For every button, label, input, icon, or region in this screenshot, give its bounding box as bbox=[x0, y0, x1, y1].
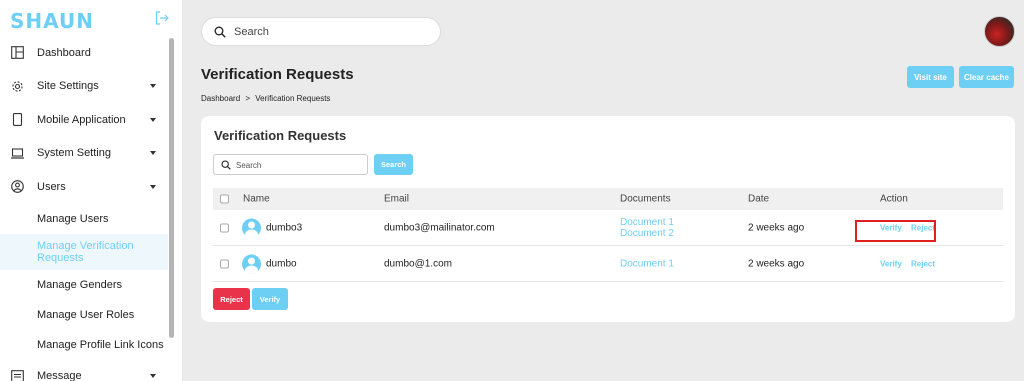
sidebar-scrollbar[interactable] bbox=[169, 38, 174, 338]
logout-icon[interactable] bbox=[155, 11, 169, 25]
sidebar-subitem-manage-users[interactable]: Manage Users bbox=[0, 204, 168, 234]
chevron-down-icon bbox=[150, 374, 156, 379]
global-search[interactable] bbox=[201, 17, 441, 46]
laptop-icon bbox=[11, 148, 24, 159]
sidebar-item-site-settings[interactable]: Site Settings bbox=[0, 70, 168, 104]
global-search-input[interactable] bbox=[234, 24, 424, 40]
message-icon bbox=[11, 369, 24, 381]
clear-cache-button[interactable]: Clear cache bbox=[959, 66, 1014, 88]
search-icon bbox=[214, 26, 226, 38]
sidebar-item-label: Message bbox=[37, 370, 82, 381]
sidebar-subitem-manage-user-roles[interactable]: Manage User Roles bbox=[0, 300, 168, 330]
visit-site-button[interactable]: Visit site bbox=[907, 66, 954, 88]
sidebar-item-label: Mobile Application bbox=[37, 113, 126, 126]
logo: SHAUN bbox=[10, 9, 94, 33]
row-email: dumbo3@mailinator.com bbox=[384, 222, 495, 233]
sidebar-item-dashboard[interactable]: Dashboard bbox=[0, 36, 168, 70]
sidebar-item-label: Dashboard bbox=[37, 46, 91, 59]
search-icon bbox=[221, 160, 231, 170]
breadcrumb: Dashboard > Verification Requests bbox=[201, 94, 330, 103]
row-name: dumbo3 bbox=[266, 222, 303, 233]
row-checkbox[interactable] bbox=[220, 259, 229, 268]
document-link[interactable]: Document 2 bbox=[620, 228, 674, 239]
bulk-reject-button[interactable]: Reject bbox=[213, 288, 250, 310]
sidebar-item-users[interactable]: Users bbox=[0, 170, 168, 204]
card-search-input[interactable] bbox=[236, 158, 361, 172]
column-header-name: Name bbox=[243, 193, 270, 205]
phone-icon bbox=[12, 113, 23, 127]
reject-link[interactable]: Reject bbox=[911, 259, 935, 268]
layout-icon bbox=[11, 46, 24, 60]
document-link[interactable]: Document 1 bbox=[620, 217, 674, 228]
search-button[interactable]: Search bbox=[374, 154, 413, 175]
select-all-checkbox[interactable] bbox=[220, 194, 229, 204]
row-checkbox[interactable] bbox=[220, 223, 229, 232]
sidebar-item-mobile-application[interactable]: Mobile Application bbox=[0, 103, 168, 137]
sidebar-nav: Dashboard Site Settings Mobile Applicati… bbox=[0, 36, 168, 381]
column-header-email: Email bbox=[384, 193, 410, 205]
card-search[interactable] bbox=[213, 154, 368, 175]
row-name: dumbo bbox=[266, 258, 297, 269]
sidebar-item-label: Site Settings bbox=[37, 80, 99, 93]
row-date: 2 weeks ago bbox=[748, 258, 805, 269]
verify-link[interactable]: Verify bbox=[880, 259, 902, 268]
sidebar-item-system-setting[interactable]: System Setting bbox=[0, 137, 168, 171]
user-circle-icon bbox=[11, 180, 24, 194]
sidebar-subitem-manage-verification-requests[interactable]: Manage Verification Requests bbox=[0, 233, 168, 270]
action-highlight-box bbox=[855, 220, 936, 242]
user-avatar-icon bbox=[242, 218, 261, 237]
breadcrumb-home[interactable]: Dashboard bbox=[201, 94, 240, 103]
sidebar-item-label: Users bbox=[37, 180, 66, 193]
table-row: dumbo dumbo@1.com Document 1 2 weeks ago… bbox=[213, 246, 1003, 282]
chevron-down-icon bbox=[150, 184, 156, 189]
bulk-verify-button[interactable]: Verify bbox=[252, 288, 288, 310]
column-header-documents: Documents bbox=[620, 193, 671, 205]
avatar[interactable] bbox=[984, 16, 1015, 47]
row-date: 2 weeks ago bbox=[748, 222, 805, 233]
user-avatar-icon bbox=[242, 254, 261, 273]
sidebar-item-message[interactable]: Message bbox=[0, 360, 168, 381]
row-documents: Document 1 Document 2 bbox=[620, 217, 674, 239]
sidebar-subitem-manage-genders[interactable]: Manage Genders bbox=[0, 270, 168, 300]
sidebar-subitem-manage-profile-link-icons[interactable]: Manage Profile Link Icons bbox=[0, 330, 168, 360]
chevron-down-icon bbox=[150, 117, 156, 122]
sidebar: SHAUN Dashboard Site Settings Mobile App… bbox=[0, 0, 183, 381]
gear-icon bbox=[12, 81, 23, 92]
column-header-action: Action bbox=[880, 193, 908, 205]
breadcrumb-current: Verification Requests bbox=[255, 94, 331, 103]
column-header-date: Date bbox=[748, 193, 770, 205]
breadcrumb-separator: > bbox=[245, 94, 251, 103]
verification-requests-card: Verification Requests Search Name Email … bbox=[201, 116, 1015, 322]
row-email: dumbo@1.com bbox=[384, 258, 452, 269]
page-title: Verification Requests bbox=[201, 66, 354, 83]
card-title: Verification Requests bbox=[214, 128, 347, 143]
table-header: Name Email Documents Date Action bbox=[213, 188, 1003, 210]
chevron-down-icon bbox=[150, 151, 156, 156]
chevron-down-icon bbox=[150, 84, 156, 89]
sidebar-item-label: System Setting bbox=[37, 147, 111, 160]
row-documents: Document 1 bbox=[620, 258, 674, 269]
document-link[interactable]: Document 1 bbox=[620, 258, 674, 269]
